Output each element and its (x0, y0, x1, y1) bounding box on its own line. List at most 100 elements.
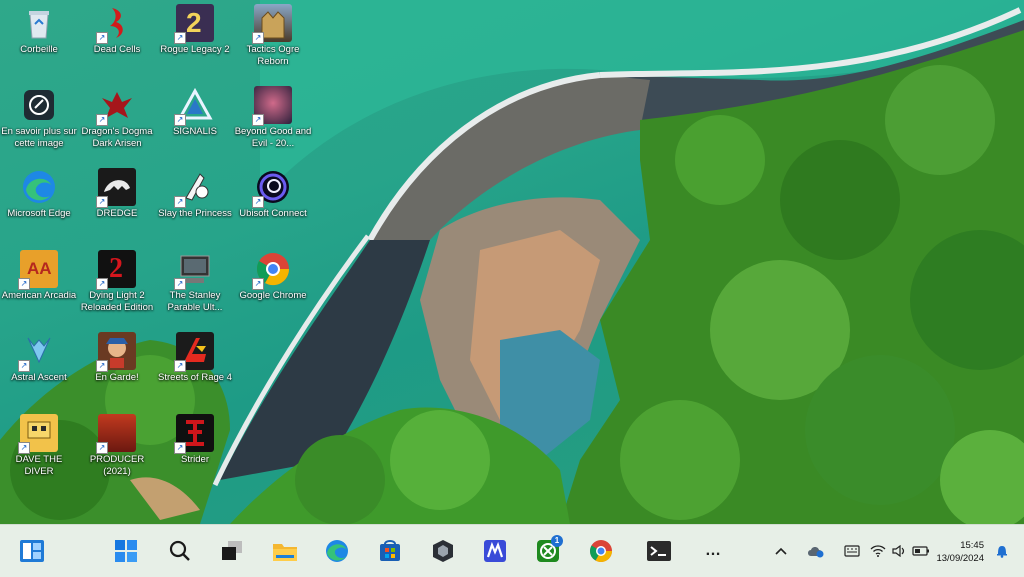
hexagon-app-icon (433, 540, 453, 562)
rogue-legacy-2-icon: 2 ↗ (174, 4, 214, 44)
clock[interactable]: 15:45 13/09/2024 (936, 539, 984, 565)
chrome-icon (590, 540, 612, 562)
desktop-icon-dead-cells[interactable]: ↗ Dead Cells (78, 4, 156, 56)
desktop-icon-microsoft-edge[interactable]: Microsoft Edge (0, 168, 78, 220)
shortcut-arrow-icon: ↗ (252, 114, 264, 126)
shortcut-arrow-icon: ↗ (174, 196, 186, 208)
desktop-icon-label: Beyond Good and Evil - 20... (234, 126, 312, 149)
chrome-taskbar-button[interactable] (585, 535, 617, 567)
microsoft-store-button[interactable] (374, 535, 406, 567)
search-icon (169, 540, 190, 561)
desktop-icon-stanley-parable[interactable]: ↗ The Stanley Parable Ult... (156, 250, 234, 314)
desktop-icon-slay-the-princess[interactable]: ↗ Slay the Princess (156, 168, 234, 220)
app-hexagon-button[interactable] (427, 535, 459, 567)
app-blue-m-button[interactable] (479, 535, 511, 567)
file-explorer-button[interactable] (269, 535, 301, 567)
desktop-icon-beyond-good-and-evil[interactable]: ↗ Beyond Good and Evil - 20... (234, 86, 312, 150)
volume-icon (892, 545, 905, 557)
xbox-button[interactable]: 1 (532, 535, 564, 567)
stanley-parable-icon: ↗ (174, 250, 214, 290)
desktop-icon-label: Tactics Ogre Reborn (246, 44, 300, 67)
notifications-button[interactable] (992, 541, 1012, 561)
blue-m-app-icon (484, 540, 506, 562)
shortcut-arrow-icon: ↗ (18, 442, 30, 454)
shortcut-arrow-icon: ↗ (252, 32, 264, 44)
taskbar: 1 … 15:45 13/09/2024 (0, 524, 1024, 577)
desktop-icon-label: Dead Cells (93, 44, 141, 55)
network-volume-battery-button[interactable] (870, 541, 930, 561)
shortcut-arrow-icon: ↗ (252, 278, 264, 290)
desktop-icon-signalis[interactable]: ↗ SIGNALIS (156, 86, 234, 138)
streets-of-rage-4-icon: ↗ (174, 332, 214, 372)
desktop-icon-google-chrome[interactable]: ↗ Google Chrome (234, 250, 312, 302)
desktop-icon-strider[interactable]: ↗ Strider (156, 414, 234, 466)
desktop-icon-tactics-ogre[interactable]: ↗ Tactics Ogre Reborn (234, 4, 312, 68)
dying-light-2-icon: 2 ↗ (96, 250, 136, 290)
widgets-icon (20, 540, 44, 562)
search-button[interactable] (164, 535, 196, 567)
shortcut-arrow-icon: ↗ (96, 114, 108, 126)
windows-logo-icon (115, 540, 137, 562)
desktop-icon-streets-of-rage-4[interactable]: ↗ Streets of Rage 4 (156, 332, 234, 384)
desktop-icon-american-arcadia[interactable]: AA ↗ American Arcadia (0, 250, 78, 302)
desktop-icon-label: Microsoft Edge (7, 208, 71, 219)
desktop-icon-label: Corbeille (20, 44, 58, 55)
desktop-icon-label: Astral Ascent (11, 372, 67, 383)
desktop-icon-en-garde[interactable]: ↗ En Garde! (78, 332, 156, 384)
more-dots: … (705, 542, 721, 559)
learn-more-icon (20, 86, 58, 124)
american-arcadia-icon: AA ↗ (18, 250, 58, 290)
desktop-icon-label: American Arcadia (1, 290, 77, 301)
dead-cells-icon: ↗ (96, 4, 136, 44)
desktop-icon-astral-ascent[interactable]: ↗ Astral Ascent (0, 332, 78, 384)
more-apps-button[interactable]: … (697, 535, 729, 567)
desktop-icon-label: The Stanley Parable Ult... (167, 290, 223, 313)
battery-icon (912, 546, 929, 556)
dredge-icon: ↗ (96, 168, 136, 208)
shortcut-arrow-icon: ↗ (174, 360, 186, 372)
shortcut-arrow-icon: ↗ (174, 278, 186, 290)
desktop-icon-label: DAVE THE DIVER (15, 454, 63, 477)
signalis-icon: ↗ (174, 86, 214, 126)
terminal-button[interactable] (643, 535, 675, 567)
tactics-ogre-icon: ↗ (252, 4, 292, 44)
dragons-dogma-icon: ↗ (96, 86, 136, 126)
onedrive-tray-button[interactable] (806, 541, 826, 561)
en-garde-icon: ↗ (96, 332, 136, 372)
shortcut-arrow-icon: ↗ (96, 442, 108, 454)
desktop-icon-producer[interactable]: ↗ PRODUCER (2021) (78, 414, 156, 478)
strider-icon: ↗ (174, 414, 214, 454)
desktop-icon-dragons-dogma[interactable]: ↗ Dragon's Dogma Dark Arisen (78, 86, 156, 150)
shortcut-arrow-icon: ↗ (174, 442, 186, 454)
desktop-icon-dying-light-2[interactable]: 2 ↗ Dying Light 2 Reloaded Edition (78, 250, 156, 314)
task-view-button[interactable] (216, 535, 248, 567)
shortcut-arrow-icon: ↗ (96, 360, 108, 372)
task-view-icon (222, 541, 242, 560)
keyboard-tray-button[interactable] (842, 541, 862, 561)
desktop-icon-ubisoft-connect[interactable]: ↗ Ubisoft Connect (234, 168, 312, 220)
edge-icon (20, 168, 58, 206)
ubisoft-connect-icon: ↗ (252, 168, 292, 208)
shortcut-arrow-icon: ↗ (96, 278, 108, 290)
bell-icon (997, 546, 1007, 558)
desktop-icon-label: En Garde! (95, 372, 139, 383)
desktop-icon-label: En savoir plus sur cette image (1, 126, 77, 149)
desktop-icon-learn-more[interactable]: En savoir plus sur cette image (0, 86, 78, 150)
terminal-icon (647, 541, 671, 561)
chevron-up-icon (775, 547, 787, 555)
desktop-icon-rogue-legacy-2[interactable]: 2 ↗ Rogue Legacy 2 (156, 4, 234, 56)
chrome-icon: ↗ (252, 250, 292, 290)
show-hidden-icons-button[interactable] (772, 541, 790, 561)
slay-the-princess-icon: ↗ (174, 168, 214, 208)
desktop-icon-dredge[interactable]: ↗ DREDGE (78, 168, 156, 220)
edge-icon (326, 540, 348, 562)
desktop-icon-recycle-bin[interactable]: Corbeille (0, 4, 78, 56)
edge-taskbar-button[interactable] (321, 535, 353, 567)
start-button[interactable] (110, 535, 142, 567)
notification-badge: 1 (551, 535, 563, 547)
widgets-button[interactable] (16, 535, 48, 567)
desktop-icon-label: Slay the Princess (158, 208, 232, 219)
shortcut-arrow-icon: ↗ (174, 32, 186, 44)
recycle-bin-icon (20, 4, 58, 42)
desktop-icon-dave-the-diver[interactable]: ↗ DAVE THE DIVER (0, 414, 78, 478)
